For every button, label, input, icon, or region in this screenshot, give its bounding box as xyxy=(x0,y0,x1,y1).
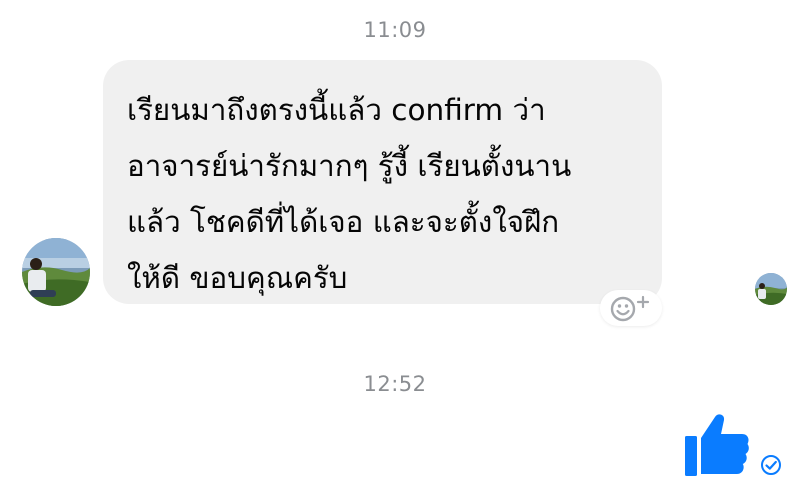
read-receipt-avatar xyxy=(755,273,787,305)
timestamp: 12:52 xyxy=(363,372,427,396)
add-reaction-button[interactable] xyxy=(600,290,662,326)
sender-avatar[interactable] xyxy=(22,238,90,306)
thumbs-up-icon[interactable] xyxy=(684,411,750,477)
message-text: เรียนมาถึงตรงนี้แล้ว confirm ว่า อาจารย์… xyxy=(127,93,572,295)
timestamp: 11:09 xyxy=(363,18,427,42)
message-bubble[interactable]: เรียนมาถึงตรงนี้แล้ว confirm ว่า อาจารย์… xyxy=(103,60,662,304)
sent-check-icon xyxy=(761,455,781,475)
add-reaction-icon xyxy=(610,295,650,322)
